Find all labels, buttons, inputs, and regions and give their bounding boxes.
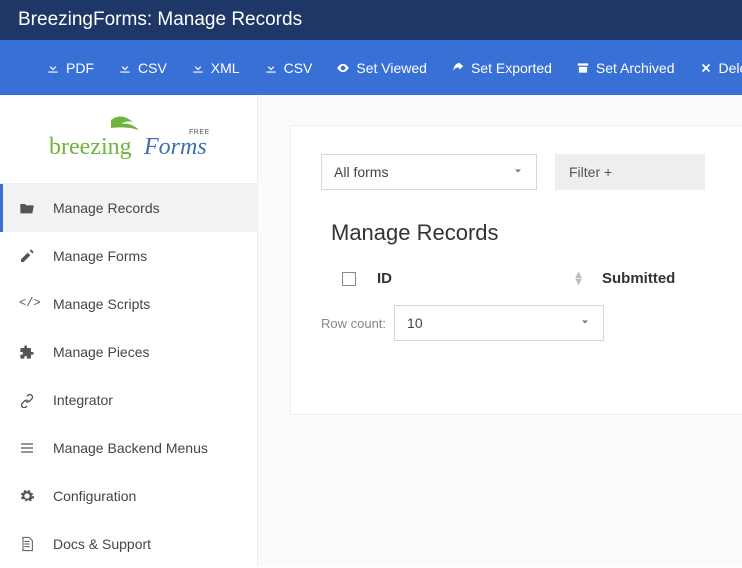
- form-select-value: All forms: [334, 164, 388, 180]
- filters-row: All forms Filter +: [321, 154, 712, 190]
- rowcount-label: Row count:: [321, 316, 386, 331]
- document-icon: [19, 536, 35, 552]
- sidebar-item-configuration[interactable]: Configuration: [0, 472, 257, 520]
- sidebar-item-label: Docs & Support: [53, 536, 151, 552]
- delete-button[interactable]: Delete: [699, 60, 742, 76]
- gear-icon: [19, 488, 35, 504]
- set-exported-button[interactable]: Set Exported: [451, 60, 552, 76]
- column-header-id[interactable]: ID ▲▼: [377, 270, 602, 287]
- download-icon: [264, 61, 278, 75]
- sidebar-item-label: Manage Records: [53, 200, 160, 216]
- chevron-down-icon: [579, 315, 591, 331]
- share-icon: [451, 61, 465, 75]
- sidebar-item-manage-records[interactable]: Manage Records: [0, 184, 257, 232]
- sidebar-item-label: Manage Pieces: [53, 344, 150, 360]
- sidebar-item-integrator[interactable]: Integrator: [0, 376, 257, 424]
- export-csv2-button[interactable]: CSV: [264, 60, 313, 76]
- toolbar-label: Set Archived: [596, 60, 675, 76]
- toolbar-label: Set Exported: [471, 60, 552, 76]
- rowcount-value: 10: [407, 315, 423, 331]
- sidebar-item-backend-menus[interactable]: Manage Backend Menus: [0, 424, 257, 472]
- archive-icon: [576, 61, 590, 75]
- column-label: Submitted: [602, 270, 675, 287]
- column-header-submitted[interactable]: Submitted: [602, 270, 712, 287]
- section-title: Manage Records: [331, 220, 712, 246]
- filter-button-label: Filter +: [569, 164, 612, 180]
- export-xml-button[interactable]: XML: [191, 60, 240, 76]
- sidebar-item-manage-forms[interactable]: Manage Forms: [0, 232, 257, 280]
- set-archived-button[interactable]: Set Archived: [576, 60, 675, 76]
- main: breezing Forms FREE Manage Records Manag…: [0, 95, 742, 566]
- edit-icon: [19, 248, 35, 264]
- toolbar-label: CSV: [284, 60, 313, 76]
- code-icon: </>: [19, 296, 35, 312]
- download-icon: [191, 61, 205, 75]
- rowcount-select[interactable]: 10: [394, 305, 604, 341]
- sidebar-item-label: Configuration: [53, 488, 136, 504]
- titlebar: BreezingForms: Manage Records: [0, 0, 742, 40]
- logo: breezing Forms FREE: [0, 95, 257, 184]
- sidebar-item-manage-pieces[interactable]: Manage Pieces: [0, 328, 257, 376]
- sidebar-item-docs-support[interactable]: Docs & Support: [0, 520, 257, 568]
- toolbar-label: CSV: [138, 60, 167, 76]
- sidebar-item-label: Manage Scripts: [53, 296, 150, 312]
- column-label: ID: [377, 270, 392, 287]
- sidebar-item-label: Manage Forms: [53, 248, 147, 264]
- toolbar-label: Delete: [719, 60, 742, 76]
- select-all-checkbox[interactable]: [342, 272, 356, 286]
- svg-text:breezing: breezing: [49, 134, 132, 160]
- folder-open-icon: [19, 200, 35, 216]
- toolbar-label: Set Viewed: [356, 60, 427, 76]
- toolbar: PDF CSV XML CSV Set Viewed Set Exported …: [0, 40, 742, 95]
- export-pdf-button[interactable]: PDF: [46, 60, 94, 76]
- download-icon: [46, 61, 60, 75]
- puzzle-icon: [19, 344, 35, 360]
- export-csv-button[interactable]: CSV: [118, 60, 167, 76]
- eye-icon: [336, 61, 350, 75]
- form-select[interactable]: All forms: [321, 154, 537, 190]
- chevron-down-icon: [512, 164, 524, 180]
- rowcount-row: Row count: 10: [321, 305, 712, 341]
- toolbar-label: XML: [211, 60, 240, 76]
- close-icon: [699, 61, 713, 75]
- sort-icon: ▲▼: [573, 272, 584, 286]
- page-title: BreezingForms: Manage Records: [18, 9, 302, 31]
- sidebar: breezing Forms FREE Manage Records Manag…: [0, 95, 258, 566]
- sidebar-item-label: Manage Backend Menus: [53, 440, 208, 456]
- records-panel: All forms Filter + Manage Records ID: [290, 125, 742, 415]
- link-icon: [19, 392, 35, 408]
- breezingforms-logo-icon: breezing Forms FREE: [49, 114, 209, 164]
- sidebar-item-manage-scripts[interactable]: </> Manage Scripts: [0, 280, 257, 328]
- table-header: ID ▲▼ Submitted: [321, 264, 712, 301]
- toolbar-label: PDF: [66, 60, 94, 76]
- svg-text:FREE: FREE: [189, 129, 209, 136]
- svg-text:Forms: Forms: [143, 134, 207, 160]
- content: All forms Filter + Manage Records ID: [258, 95, 742, 566]
- download-icon: [118, 61, 132, 75]
- set-viewed-button[interactable]: Set Viewed: [336, 60, 427, 76]
- list-icon: [19, 440, 35, 456]
- filter-button[interactable]: Filter +: [555, 154, 705, 190]
- sidebar-item-label: Integrator: [53, 392, 113, 408]
